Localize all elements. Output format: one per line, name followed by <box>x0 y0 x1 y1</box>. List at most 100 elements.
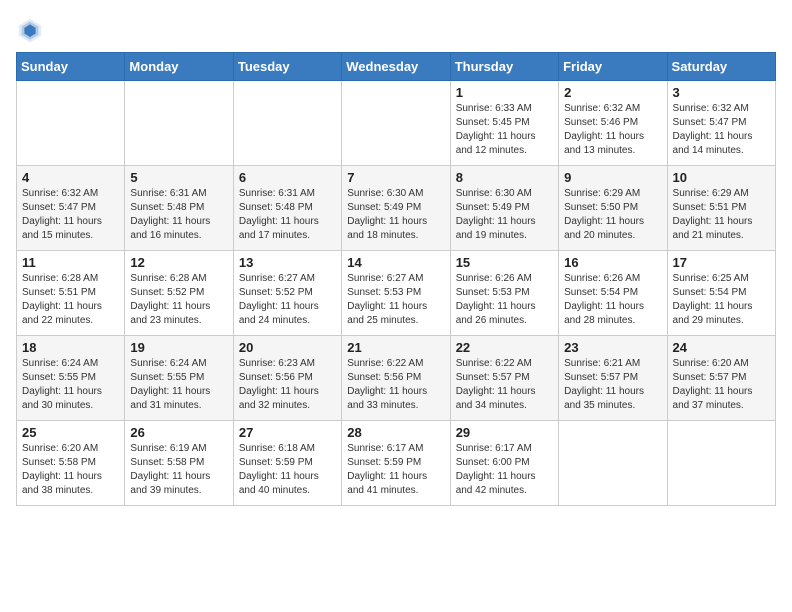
calendar-cell: 28 Sunrise: 6:17 AMSunset: 5:59 PMDayligh… <box>342 421 450 506</box>
header-saturday: Saturday <box>667 53 775 81</box>
calendar-cell: 19 Sunrise: 6:24 AMSunset: 5:55 PMDayligh… <box>125 336 233 421</box>
day-info: Sunrise: 6:18 AMSunset: 5:59 PMDaylight:… <box>239 442 336 498</box>
day-info: Sunrise: 6:29 AMSunset: 5:50 PMDaylight:… <box>564 187 661 243</box>
calendar-cell: 25 Sunrise: 6:20 AMSunset: 5:58 PMDayligh… <box>17 421 125 506</box>
day-info: Sunrise: 6:26 AMSunset: 5:53 PMDaylight:… <box>456 272 553 328</box>
day-info: Sunrise: 6:20 AMSunset: 5:58 PMDaylight:… <box>22 442 119 498</box>
day-info: Sunrise: 6:22 AMSunset: 5:57 PMDaylight:… <box>456 357 553 413</box>
header-tuesday: Tuesday <box>233 53 341 81</box>
header-wednesday: Wednesday <box>342 53 450 81</box>
day-number: 20 <box>239 340 336 355</box>
day-number: 27 <box>239 425 336 440</box>
day-number: 17 <box>673 255 770 270</box>
day-info: Sunrise: 6:30 AMSunset: 5:49 PMDaylight:… <box>456 187 553 243</box>
day-info: Sunrise: 6:33 AMSunset: 5:45 PMDaylight:… <box>456 102 553 158</box>
day-number: 16 <box>564 255 661 270</box>
day-info: Sunrise: 6:21 AMSunset: 5:57 PMDaylight:… <box>564 357 661 413</box>
day-info: Sunrise: 6:17 AMSunset: 6:00 PMDaylight:… <box>456 442 553 498</box>
day-info: Sunrise: 6:24 AMSunset: 5:55 PMDaylight:… <box>22 357 119 413</box>
day-info: Sunrise: 6:32 AMSunset: 5:47 PMDaylight:… <box>22 187 119 243</box>
calendar-cell: 11 Sunrise: 6:28 AMSunset: 5:51 PMDayligh… <box>17 251 125 336</box>
calendar-cell <box>667 421 775 506</box>
logo <box>16 16 48 44</box>
calendar-cell: 5 Sunrise: 6:31 AMSunset: 5:48 PMDaylight… <box>125 166 233 251</box>
day-number: 5 <box>130 170 227 185</box>
calendar-cell: 2 Sunrise: 6:32 AMSunset: 5:46 PMDaylight… <box>559 81 667 166</box>
day-number: 7 <box>347 170 444 185</box>
day-number: 28 <box>347 425 444 440</box>
calendar-cell: 29 Sunrise: 6:17 AMSunset: 6:00 PMDayligh… <box>450 421 558 506</box>
calendar-cell: 14 Sunrise: 6:27 AMSunset: 5:53 PMDayligh… <box>342 251 450 336</box>
calendar-cell: 23 Sunrise: 6:21 AMSunset: 5:57 PMDayligh… <box>559 336 667 421</box>
calendar-cell: 24 Sunrise: 6:20 AMSunset: 5:57 PMDayligh… <box>667 336 775 421</box>
day-number: 8 <box>456 170 553 185</box>
day-info: Sunrise: 6:20 AMSunset: 5:57 PMDaylight:… <box>673 357 770 413</box>
day-number: 2 <box>564 85 661 100</box>
day-number: 9 <box>564 170 661 185</box>
calendar-cell: 3 Sunrise: 6:32 AMSunset: 5:47 PMDaylight… <box>667 81 775 166</box>
calendar-cell: 20 Sunrise: 6:23 AMSunset: 5:56 PMDayligh… <box>233 336 341 421</box>
day-number: 6 <box>239 170 336 185</box>
calendar-cell: 27 Sunrise: 6:18 AMSunset: 5:59 PMDayligh… <box>233 421 341 506</box>
day-info: Sunrise: 6:28 AMSunset: 5:52 PMDaylight:… <box>130 272 227 328</box>
header-monday: Monday <box>125 53 233 81</box>
day-info: Sunrise: 6:32 AMSunset: 5:46 PMDaylight:… <box>564 102 661 158</box>
day-number: 23 <box>564 340 661 355</box>
calendar-cell: 18 Sunrise: 6:24 AMSunset: 5:55 PMDayligh… <box>17 336 125 421</box>
calendar-cell: 17 Sunrise: 6:25 AMSunset: 5:54 PMDayligh… <box>667 251 775 336</box>
day-info: Sunrise: 6:32 AMSunset: 5:47 PMDaylight:… <box>673 102 770 158</box>
day-number: 11 <box>22 255 119 270</box>
day-number: 26 <box>130 425 227 440</box>
day-info: Sunrise: 6:28 AMSunset: 5:51 PMDaylight:… <box>22 272 119 328</box>
calendar-cell <box>17 81 125 166</box>
calendar-cell <box>125 81 233 166</box>
day-info: Sunrise: 6:31 AMSunset: 5:48 PMDaylight:… <box>130 187 227 243</box>
calendar-cell: 21 Sunrise: 6:22 AMSunset: 5:56 PMDayligh… <box>342 336 450 421</box>
day-number: 18 <box>22 340 119 355</box>
day-number: 29 <box>456 425 553 440</box>
day-info: Sunrise: 6:24 AMSunset: 5:55 PMDaylight:… <box>130 357 227 413</box>
day-number: 13 <box>239 255 336 270</box>
calendar-cell: 8 Sunrise: 6:30 AMSunset: 5:49 PMDaylight… <box>450 166 558 251</box>
week-row-2: 11 Sunrise: 6:28 AMSunset: 5:51 PMDayligh… <box>17 251 776 336</box>
calendar-cell <box>559 421 667 506</box>
calendar-cell: 1 Sunrise: 6:33 AMSunset: 5:45 PMDaylight… <box>450 81 558 166</box>
day-number: 10 <box>673 170 770 185</box>
day-info: Sunrise: 6:26 AMSunset: 5:54 PMDaylight:… <box>564 272 661 328</box>
calendar-cell: 15 Sunrise: 6:26 AMSunset: 5:53 PMDayligh… <box>450 251 558 336</box>
header-thursday: Thursday <box>450 53 558 81</box>
day-info: Sunrise: 6:23 AMSunset: 5:56 PMDaylight:… <box>239 357 336 413</box>
week-row-1: 4Sunrise: 6:32 AMSunset: 5:47 PMDaylight… <box>17 166 776 251</box>
week-row-0: 1 Sunrise: 6:33 AMSunset: 5:45 PMDaylight… <box>17 81 776 166</box>
day-info: Sunrise: 6:25 AMSunset: 5:54 PMDaylight:… <box>673 272 770 328</box>
calendar-cell: 9 Sunrise: 6:29 AMSunset: 5:50 PMDaylight… <box>559 166 667 251</box>
calendar-cell: 4Sunrise: 6:32 AMSunset: 5:47 PMDaylight… <box>17 166 125 251</box>
day-number: 24 <box>673 340 770 355</box>
calendar-cell <box>342 81 450 166</box>
calendar-cell <box>233 81 341 166</box>
day-info: Sunrise: 6:27 AMSunset: 5:53 PMDaylight:… <box>347 272 444 328</box>
week-row-3: 18 Sunrise: 6:24 AMSunset: 5:55 PMDayligh… <box>17 336 776 421</box>
header-friday: Friday <box>559 53 667 81</box>
day-number: 19 <box>130 340 227 355</box>
day-info: Sunrise: 6:31 AMSunset: 5:48 PMDaylight:… <box>239 187 336 243</box>
day-number: 21 <box>347 340 444 355</box>
calendar-cell: 10Sunrise: 6:29 AMSunset: 5:51 PMDayligh… <box>667 166 775 251</box>
day-info: Sunrise: 6:19 AMSunset: 5:58 PMDaylight:… <box>130 442 227 498</box>
day-info: Sunrise: 6:17 AMSunset: 5:59 PMDaylight:… <box>347 442 444 498</box>
calendar-cell: 6 Sunrise: 6:31 AMSunset: 5:48 PMDaylight… <box>233 166 341 251</box>
day-number: 1 <box>456 85 553 100</box>
day-info: Sunrise: 6:30 AMSunset: 5:49 PMDaylight:… <box>347 187 444 243</box>
day-number: 25 <box>22 425 119 440</box>
day-number: 3 <box>673 85 770 100</box>
day-info: Sunrise: 6:27 AMSunset: 5:52 PMDaylight:… <box>239 272 336 328</box>
day-number: 14 <box>347 255 444 270</box>
week-row-4: 25 Sunrise: 6:20 AMSunset: 5:58 PMDayligh… <box>17 421 776 506</box>
day-number: 15 <box>456 255 553 270</box>
header-row: SundayMondayTuesdayWednesdayThursdayFrid… <box>17 53 776 81</box>
calendar-cell: 7 Sunrise: 6:30 AMSunset: 5:49 PMDaylight… <box>342 166 450 251</box>
day-info: Sunrise: 6:22 AMSunset: 5:56 PMDaylight:… <box>347 357 444 413</box>
calendar-cell: 12Sunrise: 6:28 AMSunset: 5:52 PMDayligh… <box>125 251 233 336</box>
calendar-cell: 26 Sunrise: 6:19 AMSunset: 5:58 PMDayligh… <box>125 421 233 506</box>
page-header <box>16 16 776 44</box>
